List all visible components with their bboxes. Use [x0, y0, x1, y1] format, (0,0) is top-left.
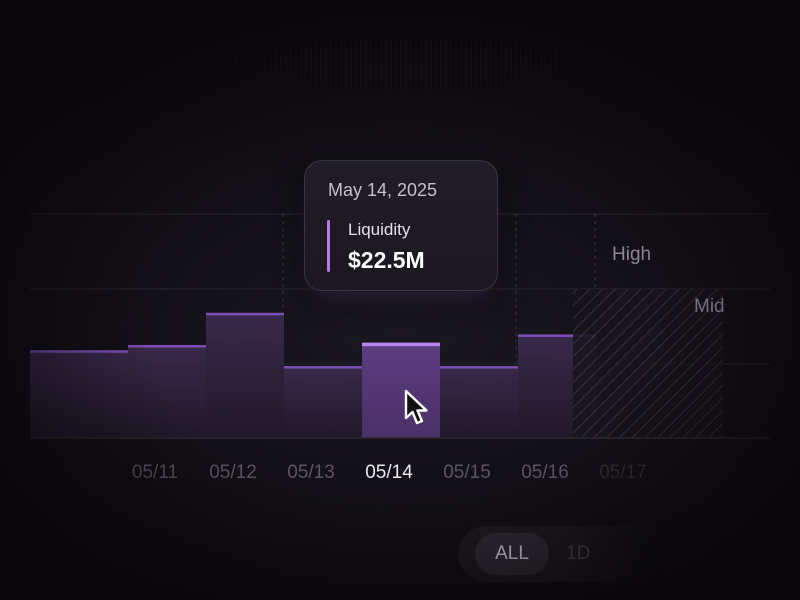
x-tick-label-05-14: 05/14	[365, 462, 413, 483]
range-option-1d[interactable]: 1D	[566, 533, 590, 575]
level-label-high: High	[612, 244, 652, 265]
bar-05-15[interactable]	[440, 366, 518, 438]
tooltip-card: May 14, 2025 Liquidity $22.5M	[304, 160, 498, 291]
bar-top-line	[362, 342, 440, 347]
x-tick-label-05-11: 05/11	[131, 462, 179, 483]
bar-05-12[interactable]	[206, 312, 284, 438]
tooltip-date: May 14, 2025	[328, 180, 438, 200]
bar-05-11[interactable]	[128, 344, 206, 438]
bar-top-line	[284, 366, 362, 369]
bar-top-line	[30, 350, 128, 353]
bar-top-line	[206, 312, 284, 316]
liquidity-chart-view: 05/11 05/12 05/13 05/14 05/15 05/16 05/17 High…	[0, 0, 800, 600]
tooltip-accent-bar	[327, 220, 330, 272]
bar-05-13[interactable]	[284, 366, 362, 438]
level-label-mid: Mid	[694, 296, 725, 317]
x-tick-label-05-13: 05/13	[287, 462, 335, 483]
bar-top-line	[440, 366, 518, 369]
x-tick-label-05-12: 05/12	[209, 462, 257, 483]
x-tick-label-05-17: 05/17	[599, 462, 647, 483]
bar-top-line	[128, 344, 206, 348]
x-tick-label-05-15: 05/15	[443, 462, 491, 483]
tooltip-metric-value: $22.5M	[348, 247, 425, 273]
pointer-cursor-icon	[404, 389, 428, 425]
bars-group	[30, 312, 596, 438]
bar-05-10[interactable]	[30, 350, 128, 438]
tooltip-metric-label: Liquidity	[348, 220, 411, 239]
range-option-all[interactable]: ALL	[475, 533, 549, 575]
x-tick-label-05-16: 05/16	[521, 462, 569, 483]
liquidity-bar-chart	[30, 213, 770, 439]
